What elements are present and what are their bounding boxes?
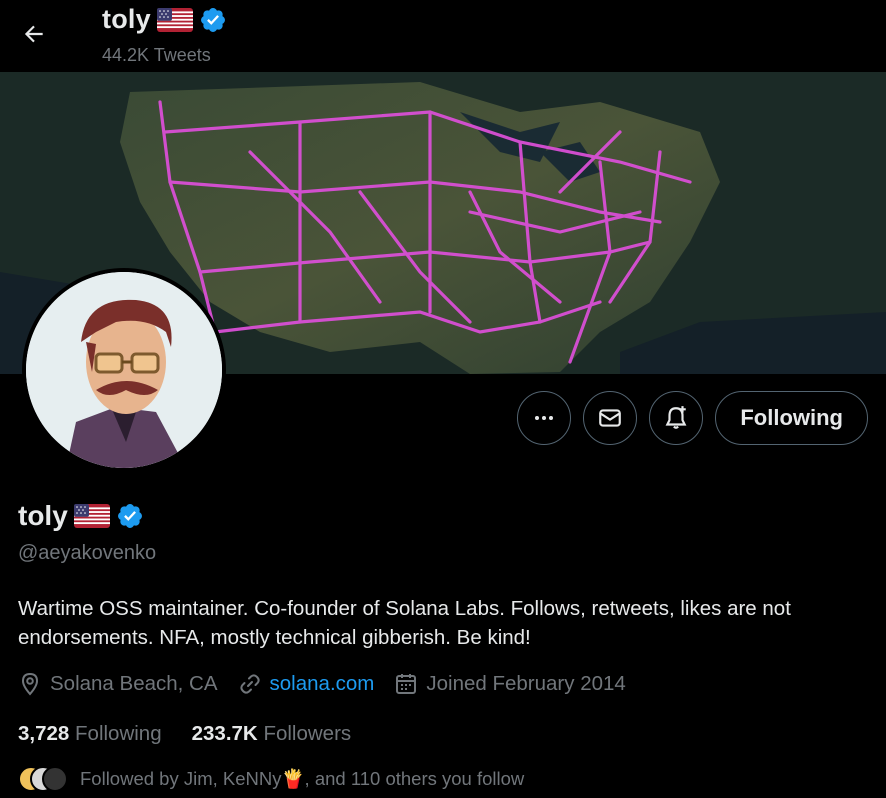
- joined-item: Joined February 2014: [394, 672, 626, 696]
- verified-badge-icon[interactable]: [116, 502, 144, 530]
- follower-avatars: [18, 765, 70, 793]
- profile-handle: @aeyakovenko: [18, 542, 157, 564]
- header-tweet-count: 44.2K Tweets: [102, 45, 211, 65]
- mail-icon: [599, 409, 622, 427]
- avatar: [42, 766, 68, 792]
- location-pin-icon: [21, 672, 39, 696]
- us-flag-icon: [73, 504, 110, 528]
- profile-bio: Wartime OSS maintainer. Co-founder of So…: [18, 597, 791, 649]
- header-name: toly: [102, 4, 151, 34]
- profile-meta: Solana Beach, CA solana.com Joined Febru…: [18, 672, 626, 696]
- website-item: solana.com: [238, 672, 375, 696]
- more-button[interactable]: [517, 391, 572, 445]
- followers-label: Followers: [263, 722, 352, 745]
- notifications-button[interactable]: [649, 391, 704, 445]
- location-text: Solana Beach, CA: [50, 672, 218, 695]
- bell-plus-icon: [665, 406, 687, 429]
- profile-name-row: toly: [18, 500, 144, 532]
- profile-avatar[interactable]: [22, 268, 226, 472]
- followers-count: 233.7K: [191, 722, 258, 745]
- followers-stat[interactable]: 233.7K Followers: [192, 722, 352, 746]
- more-dots-icon: [535, 416, 554, 420]
- following-stat[interactable]: 3,728 Following: [18, 722, 162, 746]
- us-flag-icon: [156, 7, 193, 32]
- following-label: Following: [75, 722, 162, 745]
- verified-badge-icon: [200, 7, 225, 32]
- joined-text: Joined February 2014: [426, 672, 626, 695]
- profile-header-bar: toly 44.2K Tweets: [0, 0, 886, 72]
- website-link[interactable]: solana.com: [270, 672, 375, 696]
- link-icon: [239, 674, 260, 694]
- back-button[interactable]: [14, 14, 54, 54]
- profile-stats: 3,728 Following 233.7K Followers: [18, 722, 351, 746]
- following-button[interactable]: Following: [715, 391, 868, 445]
- arrow-left-icon: [24, 25, 43, 43]
- location-item: Solana Beach, CA: [18, 672, 218, 696]
- message-button[interactable]: [583, 391, 638, 445]
- profile-actions: Following: [517, 391, 868, 445]
- calendar-icon: [396, 674, 417, 694]
- followed-by-row[interactable]: Followed by Jim, KeNNy🍟, and 110 others …: [18, 765, 524, 793]
- avatar-portrait-image: [26, 272, 222, 468]
- following-count: 3,728: [18, 722, 70, 745]
- followed-by-text: Followed by Jim, KeNNy🍟, and 110 others …: [80, 768, 525, 789]
- header-name-row: toly: [102, 4, 227, 35]
- profile-name: toly: [18, 500, 68, 531]
